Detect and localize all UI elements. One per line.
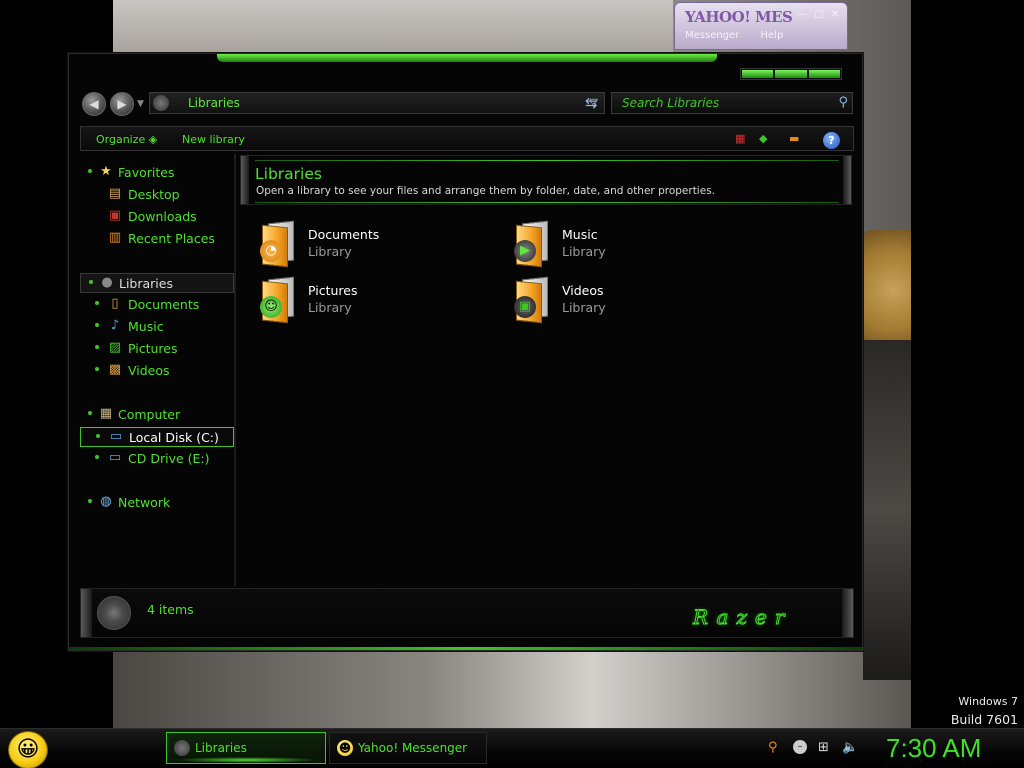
nav-libraries[interactable]: ● Libraries (80, 273, 234, 293)
yahoo-menu-help[interactable]: Help (761, 30, 784, 41)
volume-tray-icon[interactable]: 🔈 (842, 740, 858, 755)
search-icon[interactable]: ⚲ (838, 95, 848, 110)
cd-drive-icon: ▭ (108, 450, 122, 465)
item-count: 4 items (147, 602, 194, 617)
computer-icon: ▦ (99, 406, 113, 421)
navigation-pane: ★ Favorites ▤ Desktop ▣ Downloads ▥ Rece… (80, 154, 236, 586)
window-top-glow (217, 54, 717, 62)
nav-recent-places[interactable]: ▥ Recent Places (80, 229, 234, 249)
clock[interactable]: 7:30 AM (886, 733, 981, 764)
page-description: Open a library to see your files and arr… (256, 185, 715, 197)
disk-icon: ▭ (109, 429, 123, 444)
documents-library-icon: ◔ (260, 220, 300, 268)
nav-downloads[interactable]: ▣ Downloads (80, 207, 234, 227)
documents-icon: ▯ (111, 296, 119, 311)
nav-documents[interactable]: ▯ Documents (80, 295, 234, 315)
recent-places-icon: ▥ (108, 230, 122, 245)
help-icon[interactable]: ? (823, 132, 840, 149)
yahoo-window-controls[interactable]: — □ ✕ (797, 9, 841, 20)
downloads-icon: ▣ (108, 208, 122, 223)
maximize-button[interactable] (775, 70, 807, 78)
command-bar: Organize ◈ New library ▦ ◆ ▬ ? (80, 126, 854, 151)
network-tray-icon[interactable]: ⊞ (818, 740, 829, 755)
library-music[interactable]: ▶ Music Library (514, 220, 754, 268)
view-options-icon[interactable]: ◆ (759, 132, 767, 145)
libraries-icon (153, 95, 169, 111)
library-documents[interactable]: ◔ Documents Library (260, 220, 500, 268)
close-button[interactable] (808, 70, 840, 78)
pictures-library-icon: ☺ (260, 276, 300, 324)
yahoo-window-title: YAHOO! MES (685, 8, 793, 26)
messenger-status-tray-icon[interactable]: – (793, 740, 807, 754)
change-view-icon[interactable]: ▦ (735, 132, 745, 145)
music-library-icon: ▶ (514, 220, 554, 268)
window-bottom-glow (69, 647, 864, 650)
back-button[interactable]: ◀ (82, 92, 106, 116)
organize-button[interactable]: Organize ◈ (96, 133, 157, 146)
page-title: Libraries (255, 165, 322, 183)
videos-icon: ▩ (108, 362, 122, 377)
nav-desktop[interactable]: ▤ Desktop (80, 185, 234, 205)
library-pictures[interactable]: ☺ Pictures Library (260, 276, 500, 324)
nav-pictures[interactable]: ▨ Pictures (80, 339, 234, 359)
nav-music[interactable]: ♪ Music (80, 317, 234, 337)
yahoo-messenger-window[interactable]: YAHOO! MES — □ ✕ Messenger Help (674, 2, 848, 50)
taskbar: 😀 Libraries ☻ Yahoo! Messenger ⚲ – ⊞ 🔈 7… (0, 728, 1024, 768)
desktop-icon: ▤ (108, 186, 122, 201)
search-placeholder: Search Libraries (622, 96, 720, 110)
taskbar-libraries-button[interactable]: Libraries (166, 732, 326, 764)
nav-favorites[interactable]: ★ Favorites (80, 163, 234, 183)
address-bar[interactable]: Libraries ▽ (149, 92, 605, 114)
library-header: Libraries Open a library to see your fil… (240, 155, 852, 205)
windows-watermark: Windows 7 Build 7601 (950, 695, 1018, 727)
libraries-icon: ● (101, 275, 113, 290)
videos-library-icon: ▣ (514, 276, 554, 324)
caption-buttons[interactable] (740, 68, 842, 80)
star-icon: ★ (100, 164, 112, 179)
music-icon: ♪ (110, 318, 120, 333)
razer-logo: Razer (692, 605, 793, 630)
desktop: YAHOO! MES — □ ✕ Messenger Help ◀ ▶ ▼ Li… (0, 0, 1024, 768)
network-icon: ◍ (100, 494, 112, 509)
address-text[interactable]: Libraries (188, 96, 240, 110)
recent-pages-dropdown-icon[interactable]: ▼ (137, 99, 144, 109)
nav-computer[interactable]: ▦ Computer (80, 405, 234, 425)
nav-cd-drive[interactable]: ▭ CD Drive (E:) (80, 449, 234, 469)
nav-videos[interactable]: ▩ Videos (80, 361, 234, 381)
forward-button[interactable]: ▶ (110, 92, 134, 116)
preview-pane-icon[interactable]: ▬ (789, 132, 799, 145)
navigation-bar: ◀ ▶ ▼ Libraries ▽ ⇆ Search Libraries ⚲ (80, 90, 854, 118)
status-bar: 4 items Razer (80, 588, 854, 638)
minimize-button[interactable] (742, 70, 774, 78)
yahoo-menu-messenger[interactable]: Messenger (685, 30, 739, 41)
start-button[interactable]: 😀 (8, 731, 48, 768)
explorer-window: ◀ ▶ ▼ Libraries ▽ ⇆ Search Libraries ⚲ O… (68, 53, 864, 651)
yahoo-messenger-icon: ☻ (337, 740, 353, 756)
pictures-icon: ▨ (108, 340, 122, 355)
refresh-icon[interactable]: ⇆ (585, 94, 598, 112)
search-tray-icon[interactable]: ⚲ (768, 740, 778, 755)
search-input[interactable]: Search Libraries ⚲ (611, 92, 853, 114)
new-library-button[interactable]: New library (182, 133, 245, 146)
libraries-icon (174, 740, 190, 756)
library-videos[interactable]: ▣ Videos Library (514, 276, 754, 324)
libraries-icon (97, 596, 131, 630)
nav-network[interactable]: ◍ Network (80, 493, 234, 513)
nav-local-disk[interactable]: ▭ Local Disk (C:) (80, 427, 234, 447)
taskbar-yahoo-messenger-button[interactable]: ☻ Yahoo! Messenger (329, 732, 487, 764)
